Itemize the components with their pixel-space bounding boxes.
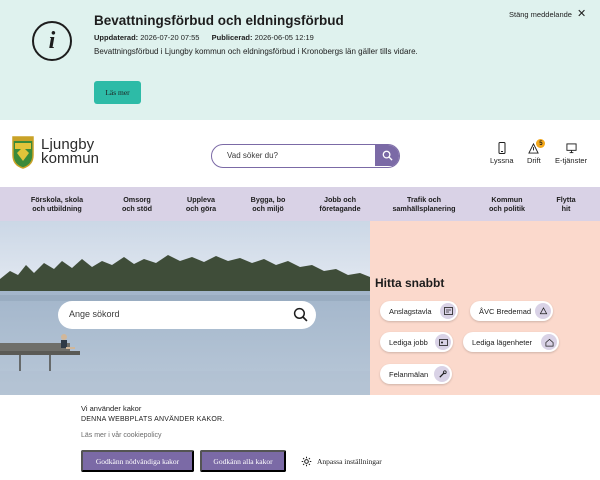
nav-label-line2: och stöd <box>122 204 152 213</box>
read-more-button[interactable]: Läs mer <box>94 81 141 104</box>
nav-item-omsorg[interactable]: Omsorg och stöd <box>122 195 152 213</box>
site-header: Ljungby kommun Vad söker du? Lyssna 5 Dr… <box>0 120 600 187</box>
nav-label-line1: Kommun <box>491 195 523 204</box>
tool-drift-label: Drift <box>527 156 541 165</box>
hero-image: Ange sökord <box>0 221 370 395</box>
cookie-title: Vi använder kakor <box>81 404 142 413</box>
tool-eservices[interactable]: E-tjänster <box>555 142 587 165</box>
search-placeholder: Vad söker du? <box>227 151 278 160</box>
close-icon: ✕ <box>576 8 587 20</box>
logo-text: Ljungby kommun <box>41 137 100 167</box>
accept-all-button[interactable]: Godkänn alla kakor <box>200 450 286 472</box>
hero-search-placeholder: Ange sökord <box>69 309 120 319</box>
quick-link-label: ÅVC Bredemad <box>479 306 532 316</box>
nav-label-line1: Trafik och <box>407 195 441 204</box>
quick-link-anslagstavla[interactable]: Anslagstavla <box>380 301 458 321</box>
alert-body: Bevattningsförbud i Ljungby kommun och e… <box>94 47 418 56</box>
info-icon: i <box>32 21 72 61</box>
nav-item-bygga[interactable]: Bygga, bo och miljö <box>251 195 286 213</box>
nav-item-trafik[interactable]: Trafik och samhällsplanering <box>392 195 455 213</box>
logo-line2: kommun <box>41 150 100 167</box>
id-card-icon <box>435 334 451 350</box>
close-alert-button[interactable]: Stäng meddelande ✕ <box>509 9 586 20</box>
tool-eservices-label: E-tjänster <box>555 156 588 165</box>
computer-icon <box>566 142 577 154</box>
board-icon <box>440 303 456 319</box>
nav-label-line1: Jobb och <box>324 195 356 204</box>
cookie-policy-link[interactable]: Läs mer i vår cookiepolicy <box>81 432 162 439</box>
tool-listen-label: Lyssna <box>490 156 514 165</box>
nav-item-kommun[interactable]: Kommun och politik <box>489 195 525 213</box>
search-icon[interactable] <box>293 307 308 322</box>
nav-label-line2: och göra <box>185 204 217 213</box>
tool-listen[interactable]: Lyssna <box>490 142 514 165</box>
nav-label-line2: samhällsplanering <box>392 204 456 213</box>
alert-meta: Uppdaterad: 2026-07-20 07:55 Publicerad:… <box>94 33 314 42</box>
nav-label-line2: hit <box>561 204 571 213</box>
main-nav: Förskola, skola och utbildning Omsorg oc… <box>0 187 600 221</box>
published-value: 2026-06-05 12:19 <box>254 33 314 42</box>
customize-settings-button[interactable]: Anpassa inställningar <box>301 456 382 467</box>
quick-link-avc[interactable]: ÅVC Bredemad <box>470 301 553 321</box>
site-search[interactable]: Vad söker du? <box>211 144 400 168</box>
search-button[interactable] <box>375 145 399 166</box>
quick-link-label: Lediga jobb <box>389 337 428 347</box>
recycle-icon <box>535 303 551 319</box>
tool-drift[interactable]: 5 Drift <box>527 139 546 165</box>
nav-label-line1: Förskola, skola <box>30 195 84 204</box>
nav-item-jobb[interactable]: Jobb och företagande <box>319 195 360 213</box>
nav-label-line2: och miljö <box>252 204 284 213</box>
updated-label: Uppdaterad: <box>94 33 139 42</box>
nav-label-line1: Omsorg <box>123 195 151 204</box>
phone-icon <box>498 142 506 154</box>
customize-settings-label: Anpassa inställningar <box>317 457 382 466</box>
hero-search[interactable]: Ange sökord <box>58 301 316 329</box>
quick-link-felanmalan[interactable]: Felanmälan <box>380 364 452 384</box>
house-icon <box>541 334 557 350</box>
gear-icon <box>301 456 312 467</box>
site-logo[interactable]: Ljungby kommun <box>11 135 99 169</box>
warning-icon: 5 <box>528 139 546 154</box>
quick-link-jobb[interactable]: Lediga jobb <box>380 332 453 352</box>
drift-badge: 5 <box>536 139 546 148</box>
alert-title: Bevattningsförbud och eldningsförbud <box>94 13 344 28</box>
quick-link-lagenheter[interactable]: Lediga lägenheter <box>463 332 559 352</box>
cookie-banner: Vi använder kakor DENNA WEBBPLATS ANVÄND… <box>0 395 600 480</box>
search-icon <box>382 150 393 161</box>
published-label: Publicerad: <box>211 33 253 42</box>
nav-item-forskola[interactable]: Förskola, skola och utbildning <box>31 195 83 213</box>
page: i Bevattningsförbud och eldningsförbud U… <box>0 0 600 480</box>
nav-item-uppleva[interactable]: Uppleva och göra <box>186 195 216 213</box>
quick-find-panel: Hitta snabbt Anslagstavla ÅVC Bredemad L… <box>370 221 600 395</box>
updated-value: 2026-07-20 07:55 <box>140 33 200 42</box>
crest-icon <box>12 136 34 169</box>
alert-banner: i Bevattningsförbud och eldningsförbud U… <box>0 0 600 120</box>
accept-necessary-button[interactable]: Godkänn nödvändiga kakor <box>81 450 194 472</box>
nav-label-line2: företagande <box>319 204 361 213</box>
nav-label-line1: Bygga, bo <box>250 195 286 204</box>
nav-label-line1: Uppleva <box>187 195 215 204</box>
quick-link-label: Anslagstavla <box>389 306 432 316</box>
quick-link-label: Felanmälan <box>389 369 429 379</box>
quick-find-title: Hitta snabbt <box>375 276 445 290</box>
quick-link-label: Lediga lägenheter <box>472 337 533 347</box>
nav-item-flytta[interactable]: Flytta hit <box>556 195 575 213</box>
nav-label-line2: och utbildning <box>32 204 82 213</box>
nav-label-line1: Flytta <box>556 195 576 204</box>
nav-label-line2: och politik <box>489 204 525 213</box>
close-alert-label: Stäng meddelande <box>509 10 572 19</box>
cookie-subtitle: DENNA WEBBPLATS ANVÄNDER KAKOR. <box>81 416 225 423</box>
wrench-icon <box>434 366 450 382</box>
